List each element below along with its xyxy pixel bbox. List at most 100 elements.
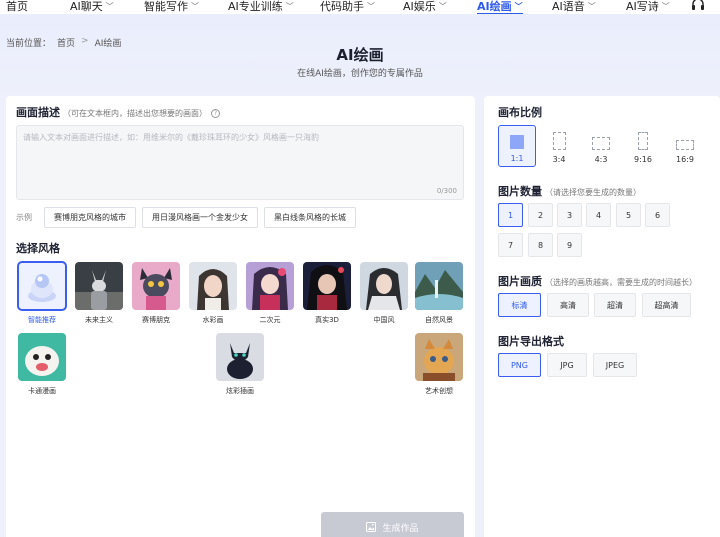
- ratio-option-16-9[interactable]: 16:9: [666, 125, 704, 167]
- count-option-7[interactable]: 7: [498, 233, 523, 257]
- nav-item-code-assistant[interactable]: 代码助手 ﹀: [320, 0, 375, 14]
- style-thumb-3d: [303, 262, 351, 310]
- style-label: 赛博朋克: [142, 316, 170, 324]
- style-thumb-landscape: [415, 262, 463, 310]
- wide-ratio-icon: [676, 140, 694, 150]
- nav-label: AI聊天: [70, 0, 103, 13]
- style-label: 未来主义: [85, 316, 113, 324]
- ratio-option-4-3[interactable]: 4:3: [582, 125, 620, 167]
- style-thumb-futurism: [75, 262, 123, 310]
- styles-title: 选择风格: [16, 242, 60, 255]
- ratio-option-9-16[interactable]: 9:16: [624, 125, 662, 167]
- example-chip[interactable]: 用日漫风格画一个金发少女: [142, 207, 258, 228]
- nav-label: AI写诗: [626, 0, 659, 13]
- ratio-option-3-4[interactable]: 3:4: [540, 125, 578, 167]
- top-nav: 首页 AI聊天 ﹀ 智能写作 ﹀ AI专业训练 ﹀ 代码助手 ﹀ AI娱乐 ﹀ AI绘画 ﹀…: [0, 0, 720, 15]
- format-option-jpg[interactable]: JPG: [547, 353, 587, 377]
- style-option-chinese[interactable]: 中国风: [360, 262, 408, 325]
- style-option-3d[interactable]: 真实3D: [303, 262, 351, 325]
- nav-item-ai-chat[interactable]: AI聊天 ﹀: [70, 0, 114, 14]
- style-option-cartoon[interactable]: 卡通漫画: [18, 333, 66, 396]
- ratio-options: 1:1 3:4 4:3 9:16 16:9: [498, 125, 704, 167]
- style-option-watercolor[interactable]: 水彩画: [189, 262, 237, 325]
- chevron-down-icon: ﹀: [285, 1, 294, 11]
- nav-item-ai-training[interactable]: AI专业训练 ﹀: [228, 0, 294, 14]
- left-panel: 画面描述（可在文本框内，描述出您想要的画面）? 0/300 示例 赛博朋克风格的…: [6, 96, 475, 537]
- prompt-box: 0/300: [16, 125, 464, 200]
- style-label: 自然风景: [425, 316, 453, 324]
- style-thumb-art: [415, 333, 463, 381]
- chevron-down-icon: ﹀: [367, 1, 375, 11]
- page-title: AI绘画: [336, 46, 384, 64]
- char-count: 0/300: [436, 187, 457, 195]
- style-thumb-cartoon: [18, 333, 66, 381]
- examples-row: 示例 赛博朋克风格的城市 用日漫风格画一个金发少女 黑白线条风格的长城: [16, 207, 356, 228]
- style-option-cyberpunk[interactable]: 赛博朋克: [132, 262, 180, 325]
- style-label: 卡通漫画: [28, 387, 56, 395]
- style-option-art[interactable]: 艺术创想: [415, 333, 463, 396]
- style-label: 炫彩插画: [226, 387, 254, 395]
- count-option-8[interactable]: 8: [528, 233, 553, 257]
- nav-item-ai-voice[interactable]: AI语音 ﹀: [552, 0, 596, 14]
- example-chip[interactable]: 赛博朋克风格的城市: [44, 207, 136, 228]
- quality-title: 图片画质: [498, 275, 542, 288]
- chevron-down-icon: ﹀: [191, 1, 199, 11]
- nav-label: AI绘画: [477, 0, 512, 13]
- nav-label: AI娱乐: [403, 0, 436, 13]
- page-subtitle: 在线AI绘画，创作您的专属作品: [297, 69, 423, 79]
- prompt-title: 画面描述: [16, 106, 60, 119]
- nav-item-smart-writing[interactable]: 智能写作 ﹀: [144, 0, 199, 14]
- ratio-label: 9:16: [634, 155, 652, 164]
- count-option-5[interactable]: 5: [616, 203, 641, 227]
- image-icon: [366, 522, 377, 532]
- style-label: 真实3D: [315, 316, 339, 324]
- chevron-down-icon: ﹀: [661, 1, 670, 11]
- format-title: 图片导出格式: [498, 335, 564, 348]
- count-option-4[interactable]: 4: [586, 203, 611, 227]
- chevron-down-icon: ﹀: [587, 1, 596, 11]
- nav-item-ai-entertainment[interactable]: AI娱乐 ﹀: [403, 0, 447, 14]
- help-icon[interactable]: ?: [211, 109, 220, 118]
- landscape-ratio-icon: [592, 137, 610, 150]
- prompt-section-title: 画面描述 （可在文本框内，描述出您想要的画面）?: [16, 104, 220, 120]
- format-option-jpeg[interactable]: JPEG: [593, 353, 637, 377]
- style-option-anime[interactable]: 二次元: [246, 262, 294, 325]
- nav-item-home[interactable]: 首页: [6, 0, 28, 14]
- count-option-1[interactable]: 1: [498, 203, 523, 227]
- style-thumb-smart: [17, 261, 67, 311]
- nav-item-ai-poetry[interactable]: AI写诗 ﹀: [626, 0, 670, 14]
- quality-option-ultra[interactable]: 超高清: [642, 293, 691, 317]
- chevron-down-icon: ﹀: [438, 1, 447, 11]
- count-option-3[interactable]: 3: [557, 203, 582, 227]
- quality-section-title: 图片画质 （选择的画质越高，需要生成的时间越长）: [498, 273, 697, 289]
- style-option-landscape[interactable]: 自然风景: [415, 262, 463, 325]
- style-thumb-watercolor: [189, 262, 237, 310]
- style-option-smart[interactable]: 智能推荐: [17, 261, 67, 325]
- headset-icon[interactable]: [690, 0, 706, 13]
- prompt-hint: （可在文本框内，描述出您想要的画面）: [63, 109, 207, 118]
- format-option-png[interactable]: PNG: [498, 353, 541, 377]
- style-option-colorful[interactable]: 炫彩插画: [216, 333, 264, 396]
- quality-option-uhd[interactable]: 超清: [594, 293, 636, 317]
- count-option-9[interactable]: 9: [557, 233, 582, 257]
- count-option-2[interactable]: 2: [528, 203, 553, 227]
- style-label: 艺术创想: [425, 387, 453, 395]
- style-option-futurism[interactable]: 未来主义: [75, 262, 123, 325]
- style-label: 水彩画: [202, 316, 224, 324]
- nav-label: AI专业训练: [228, 0, 283, 13]
- style-thumb-anime: [246, 262, 294, 310]
- quality-hint: （选择的画质越高，需要生成的时间越长）: [545, 278, 697, 287]
- generate-button[interactable]: 生成作品: [321, 512, 464, 537]
- nav-label: AI语音: [552, 0, 585, 13]
- nav-item-ai-painting[interactable]: AI绘画 ﹀: [477, 0, 523, 15]
- quality-option-standard[interactable]: 标清: [498, 293, 541, 317]
- count-option-6[interactable]: 6: [645, 203, 670, 227]
- example-chip[interactable]: 黑白线条风格的长城: [264, 207, 356, 228]
- prompt-input[interactable]: [17, 126, 463, 199]
- ratio-label: 3:4: [552, 155, 566, 164]
- style-thumb-cyberpunk: [132, 262, 180, 310]
- count-section-title: 图片数量 （请选择您要生成的数量）: [498, 183, 641, 199]
- style-thumb-colorful: [216, 333, 264, 381]
- ratio-option-1-1[interactable]: 1:1: [498, 125, 536, 167]
- quality-option-hd[interactable]: 高清: [547, 293, 589, 317]
